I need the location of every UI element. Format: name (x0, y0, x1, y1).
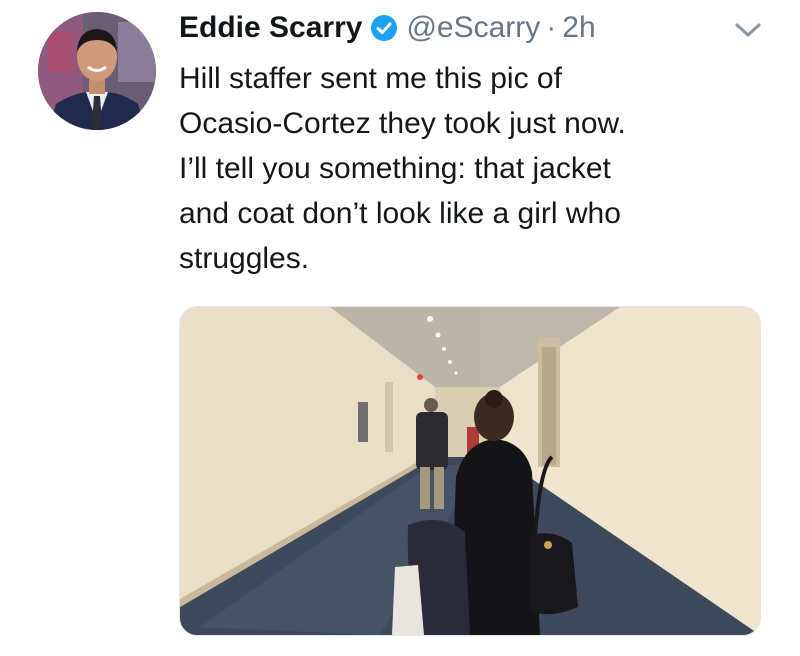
author-avatar[interactable] (38, 12, 156, 130)
tweet-timestamp[interactable]: 2h (562, 11, 595, 45)
tweet-header: Eddie Scarry @eScarry · 2h (179, 8, 596, 48)
tweet-text: Hill staffer sent me this pic of Ocasio-… (179, 62, 626, 275)
separator-dot: · (546, 11, 557, 44)
chevron-down-icon[interactable] (733, 20, 763, 40)
tweet-photo[interactable] (179, 306, 761, 636)
avatar-image (38, 12, 156, 130)
verified-badge-icon (370, 14, 398, 42)
author-handle[interactable]: @eScarry (406, 11, 540, 45)
author-display-name[interactable]: Eddie Scarry (179, 11, 362, 45)
hallway-photo-image (180, 307, 760, 635)
